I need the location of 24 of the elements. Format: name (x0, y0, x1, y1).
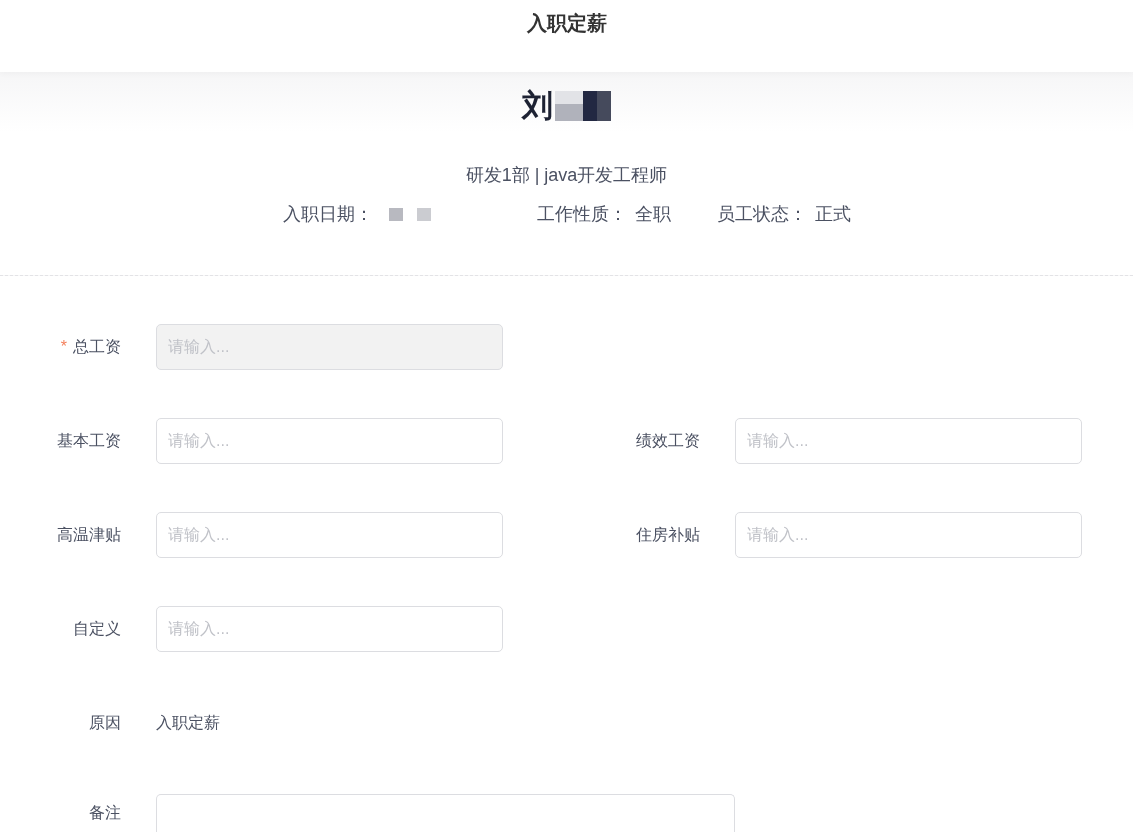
input-field[interactable]: 请输入... (156, 512, 503, 558)
page-title: 入职定薪 (526, 11, 607, 36)
field-label: 基本工资 (56, 431, 121, 451)
input-field[interactable]: 请输入... (156, 418, 503, 464)
input-field[interactable]: 请输入... (735, 418, 1082, 464)
required-mark: * (60, 338, 67, 355)
employee-name: 刘 (522, 87, 553, 125)
info-value: 正式 (814, 203, 851, 226)
field-label: 总工资 (73, 338, 121, 355)
department-title: 研发1部 | java开发工程师 (464, 164, 669, 187)
remark-field[interactable] (156, 794, 735, 832)
field-label: 绩效工资 (635, 431, 700, 451)
info-value: 全职 (634, 203, 671, 226)
field-label: 高温津贴 (56, 525, 121, 545)
info-label: 入职日期： (282, 203, 373, 226)
field-label: 原因 (88, 713, 121, 733)
field-label: 备注 (88, 803, 121, 823)
input-field[interactable]: 请输入... (735, 512, 1082, 558)
info-label: 工作性质： (536, 203, 627, 226)
info-label: 员工状态： (716, 203, 807, 226)
field-label: 住房补贴 (635, 525, 700, 545)
input-field[interactable]: 请输入... (156, 606, 503, 652)
field-value: 入职定薪 (156, 713, 220, 733)
field-label: 自定义 (72, 619, 121, 639)
